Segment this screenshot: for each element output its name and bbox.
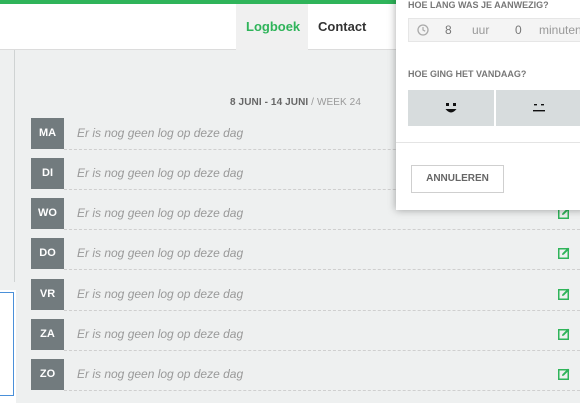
day-divider bbox=[64, 310, 580, 311]
week-separator: / bbox=[308, 97, 317, 108]
week-range: 8 JUNI - 14 JUNI bbox=[230, 97, 309, 108]
day-badge: DO bbox=[31, 238, 64, 269]
side-panel-edge bbox=[0, 292, 14, 396]
hours-value[interactable]: 8 bbox=[445, 19, 452, 41]
mood-question: HOE GING HET VANDAAG? bbox=[408, 69, 527, 79]
duration-field[interactable]: 8 uur 0 minuten bbox=[408, 18, 580, 42]
duration-question: HOE LANG WAS JE AANWEZIG? bbox=[408, 0, 549, 10]
nav-contact[interactable]: Contact bbox=[308, 4, 376, 50]
day-badge: WO bbox=[31, 198, 64, 229]
day-empty-text: Er is nog geen log op deze dag bbox=[77, 246, 244, 260]
day-row-do[interactable]: DO Er is nog geen log op deze dag bbox=[31, 238, 580, 270]
log-modal: HOE LANG WAS JE AANWEZIG? 8 uur 0 minute… bbox=[396, 0, 580, 210]
day-divider bbox=[64, 390, 580, 391]
day-empty-text: Er is nog geen log op deze dag bbox=[77, 166, 244, 180]
day-badge: MA bbox=[31, 118, 64, 149]
day-empty-text: Er is nog geen log op deze dag bbox=[77, 126, 244, 140]
page-edge bbox=[14, 50, 15, 282]
hours-unit: uur bbox=[472, 23, 490, 37]
day-empty-text: Er is nog geen log op deze dag bbox=[77, 206, 244, 220]
week-number: WEEK 24 bbox=[316, 97, 361, 108]
day-badge: ZA bbox=[31, 319, 64, 350]
day-empty-text: Er is nog geen log op deze dag bbox=[77, 287, 244, 301]
neutral-face-icon bbox=[533, 104, 545, 112]
day-row-zo[interactable]: ZO Er is nog geen log op deze dag bbox=[31, 359, 580, 391]
week-heading: 8 JUNI - 14 JUNI / WEEK 24 bbox=[230, 97, 361, 108]
mood-neutral-button[interactable] bbox=[496, 90, 580, 126]
day-divider bbox=[64, 350, 580, 351]
edit-icon[interactable] bbox=[558, 328, 570, 340]
day-divider bbox=[64, 229, 580, 230]
nav-logboek[interactable]: Logboek bbox=[236, 4, 308, 50]
edit-icon[interactable] bbox=[558, 288, 570, 300]
day-badge: DI bbox=[31, 158, 64, 189]
day-row-vr[interactable]: VR Er is nog geen log op deze dag bbox=[31, 279, 580, 311]
day-row-za[interactable]: ZA Er is nog geen log op deze dag bbox=[31, 319, 580, 351]
day-badge: ZO bbox=[31, 359, 64, 390]
cancel-button[interactable]: ANNULEREN bbox=[411, 165, 504, 193]
minutes-value[interactable]: 0 bbox=[515, 19, 522, 41]
modal-divider bbox=[396, 142, 580, 143]
edit-icon[interactable] bbox=[558, 247, 570, 259]
minutes-unit: minuten bbox=[539, 23, 580, 37]
day-empty-text: Er is nog geen log op deze dag bbox=[77, 367, 244, 381]
day-empty-text: Er is nog geen log op deze dag bbox=[77, 327, 244, 341]
mood-happy-button[interactable] bbox=[408, 90, 494, 126]
day-divider bbox=[64, 269, 580, 270]
day-badge: VR bbox=[31, 279, 64, 310]
clock-icon bbox=[417, 24, 429, 36]
mood-selector bbox=[408, 90, 580, 126]
happy-face-icon bbox=[445, 103, 457, 113]
edit-icon[interactable] bbox=[558, 368, 570, 380]
